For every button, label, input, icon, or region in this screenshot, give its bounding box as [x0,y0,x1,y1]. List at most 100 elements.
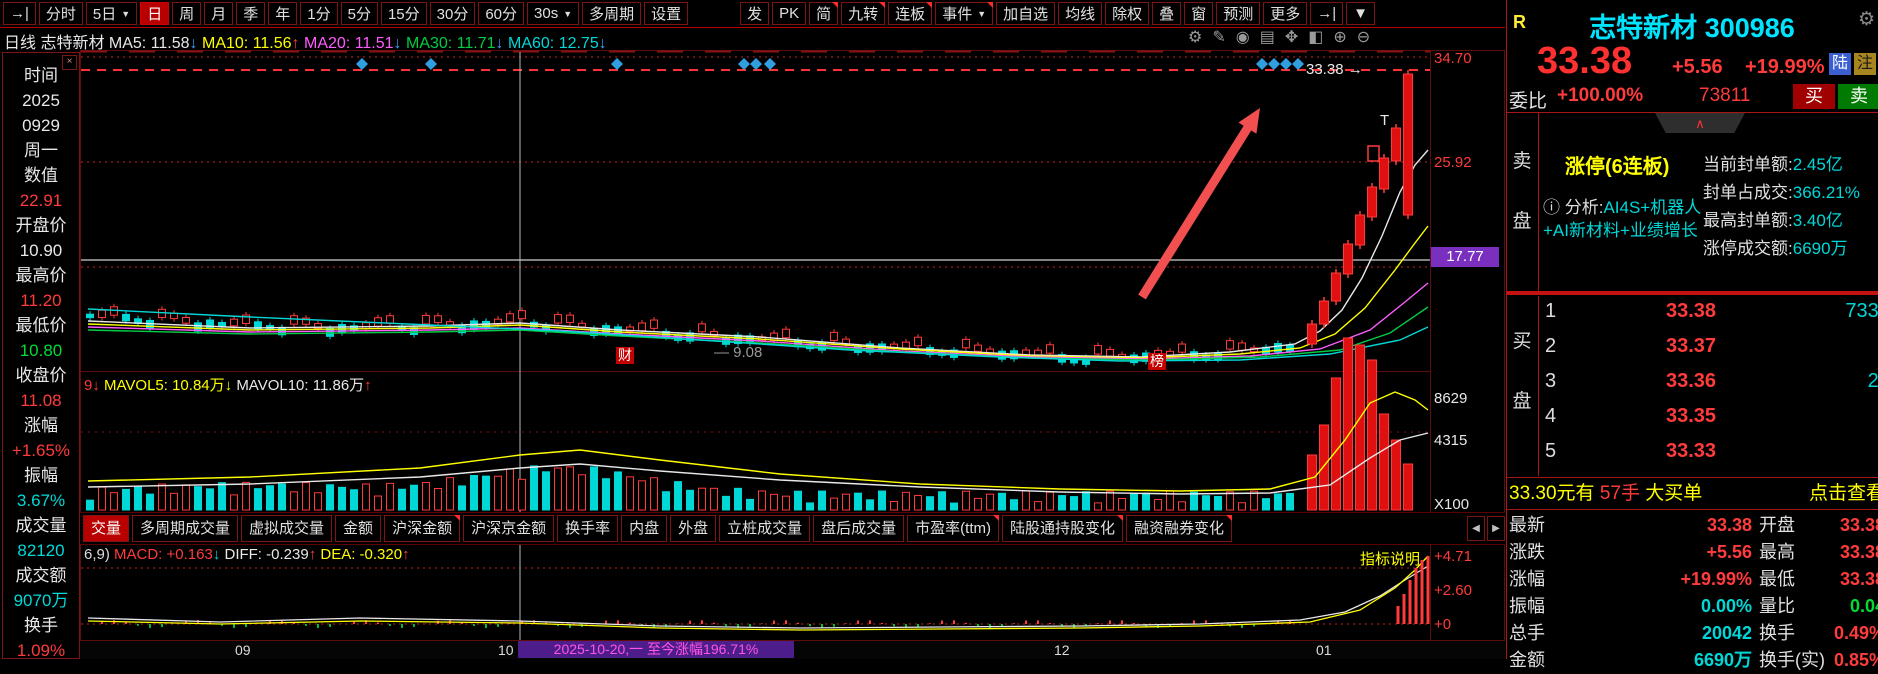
settings-gear-icon[interactable]: ⚙ [1188,29,1202,47]
panel-gear-icon[interactable]: ⚙ [1858,8,1875,31]
period-tab-月[interactable]: 月 [204,2,234,25]
tool-btn-均线[interactable]: 均线 [1058,2,1103,25]
event-badge[interactable]: 榜 [1148,353,1166,370]
tool-btn-预测[interactable]: 预测 [1216,2,1261,25]
new-feature-dot [879,2,886,8]
tool-btn-btn13[interactable]: →| [1310,2,1344,25]
indicator-value: ↑ [308,546,321,563]
tool-btn-窗[interactable]: 窗 [1184,2,1214,25]
scroll-tabs-right-icon[interactable]: ▶ [1487,516,1505,541]
tab-沪深金额[interactable]: 沪深金额 [384,515,461,542]
period-tab-年[interactable]: 年 [268,2,298,25]
bid-level-row[interactable]: 233.3789 [1541,335,1878,369]
period-tab-5日[interactable]: 5日 ▼ [85,2,138,25]
tool-btn-叠[interactable]: 叠 [1152,2,1182,25]
stock-trading-app: { "toolbar": { "left": [ {"t":"→|","name… [0,0,1878,670]
seal-stat-row: 封单占成交:366.21% [1703,183,1860,202]
indicator-value: ↑ [364,377,372,394]
info-row: 成交额 [15,566,67,585]
period-tab-周[interactable]: 周 [172,2,202,25]
eye-icon[interactable]: ◉ [1236,29,1250,47]
tab-外盘[interactable]: 外盘 [670,515,717,542]
tool-btn-加自选[interactable]: 加自选 [996,2,1056,25]
new-feature-dot [1117,515,1124,521]
tab-内盘[interactable]: 内盘 [621,515,668,542]
period-tab-分时[interactable]: 分时 [38,2,83,25]
period-tab-1分[interactable]: 1分 [300,2,338,25]
info-row: 成交量 [15,516,67,535]
indicator-value: ↓ [598,35,607,52]
sell-button[interactable]: 卖 [1838,84,1878,109]
period-tab-30分[interactable]: 30分 [429,2,476,25]
view-details-link[interactable]: 点击查看 [1809,479,1878,508]
period-tab-设置[interactable]: 设置 [644,2,689,25]
tool-btn-PK[interactable]: PK [772,2,807,25]
chart-tool-icons: ⚙ ✎ ◉ ▤ ✥ ◧ ⊕ ⊖ [1188,29,1423,47]
period-tab-5分[interactable]: 5分 [340,2,378,25]
peak-price-annotation: 33.38 → [1306,61,1363,78]
info-row: 11.20 [20,291,62,310]
buy-button[interactable]: 买 [1793,84,1835,109]
zoom-out-icon[interactable]: ⊖ [1357,29,1370,47]
period-tab-多周期[interactable]: 多周期 [582,2,642,25]
big-order-banner: 33.30元有 57手 大买单 点击查看 [1507,479,1878,508]
collapse-panel-icon[interactable]: →| [3,2,36,25]
tab-立桩成交量[interactable]: 立桩成交量 [719,515,811,542]
tab-市盈率ttm[interactable]: 市盈率(ttm) [907,515,999,542]
gain-since-event-banner[interactable]: 2025-10-20,一 至今涨幅196.71% [518,641,794,658]
indicator-value: MA10: 11.56 [202,35,292,52]
tab-沪深京金额[interactable]: 沪深京金额 [463,515,555,542]
bid-level-row[interactable]: 333.36249 [1541,370,1878,404]
tab-换手率[interactable]: 换手率 [557,515,619,542]
tool-btn-事件[interactable]: 事件 ▼ [935,2,994,25]
tab-虚拟成交量[interactable]: 虚拟成交量 [241,515,333,542]
period-tab-季[interactable]: 季 [236,2,266,25]
info-row: 开盘价 [15,216,67,235]
info-row: 周一 [24,141,58,160]
info-row: 10.90 [19,241,63,260]
tool-btn-连板[interactable]: 连板 [888,2,933,25]
info-row: 2025 [22,91,60,110]
limit-up-streak: 涨停(6连板) [1565,156,1670,178]
date-tick: 01 [1316,642,1332,658]
seal-stat-row: 涨停成交额:6690万 [1703,239,1848,258]
event-badge[interactable]: 财 [616,347,634,364]
tool-btn-btn14[interactable]: ▼ [1346,2,1375,25]
bid-level-row[interactable]: 433.3525 [1541,405,1878,439]
pan-hand-icon[interactable]: ✥ [1285,29,1298,47]
new-feature-dot [993,515,999,521]
low-price-marker: — 9.08 [714,344,763,361]
info-row: 9070万 [13,591,69,610]
print-icon[interactable]: ▤ [1260,29,1275,47]
bid-level-row[interactable]: 533.3353 [1541,440,1878,474]
indicator-value: MAVOL10: 11.86万 [236,377,365,394]
tab-金额[interactable]: 金额 [335,515,382,542]
ai-analysis-text[interactable]: ⓘ 分析:AI4S+机器人+AI新材料+业绩增长 [1543,196,1715,242]
r-margin-badge: R [1513,12,1526,32]
period-tab-60分[interactable]: 60分 [478,2,525,25]
macd-axis-label: +2.60 [1434,582,1472,599]
scroll-tabs-left-icon[interactable]: ◀ [1467,516,1485,541]
info-row: 0929 [22,116,60,135]
tool-btn-更多[interactable]: 更多 [1263,2,1308,25]
lock-icon[interactable]: ◧ [1308,29,1323,47]
draw-pen-icon[interactable]: ✎ [1212,29,1225,47]
period-tab-30s[interactable]: 30s ▼ [527,2,580,25]
period-tab-15分[interactable]: 15分 [380,2,427,25]
bid-level-row[interactable]: 133.3873395 [1541,300,1878,334]
date-tick: 12 [1054,642,1070,658]
tab-交量[interactable]: 交量 [83,515,130,542]
close-icon[interactable]: × [62,55,77,70]
tab-多周期成交量[interactable]: 多周期成交量 [132,515,239,542]
tab-陆股通持股变化[interactable]: 陆股通持股变化 [1002,515,1124,542]
period-tab-日[interactable]: 日 [140,2,170,25]
tool-btn-除权[interactable]: 除权 [1105,2,1150,25]
tab-融资融券变化[interactable]: 融资融券变化 [1126,515,1233,542]
tab-盘后成交量[interactable]: 盘后成交量 [813,515,905,542]
tool-btn-发[interactable]: 发 [740,2,770,25]
collapse-panel-chevron[interactable]: ∧ [1655,113,1745,133]
zoom-in-icon[interactable]: ⊕ [1333,29,1346,47]
tool-btn-九转[interactable]: 九转 [841,2,886,25]
tool-btn-简[interactable]: 简 [809,2,839,25]
indicator-help-link[interactable]: 指标说明 [1360,548,1420,569]
